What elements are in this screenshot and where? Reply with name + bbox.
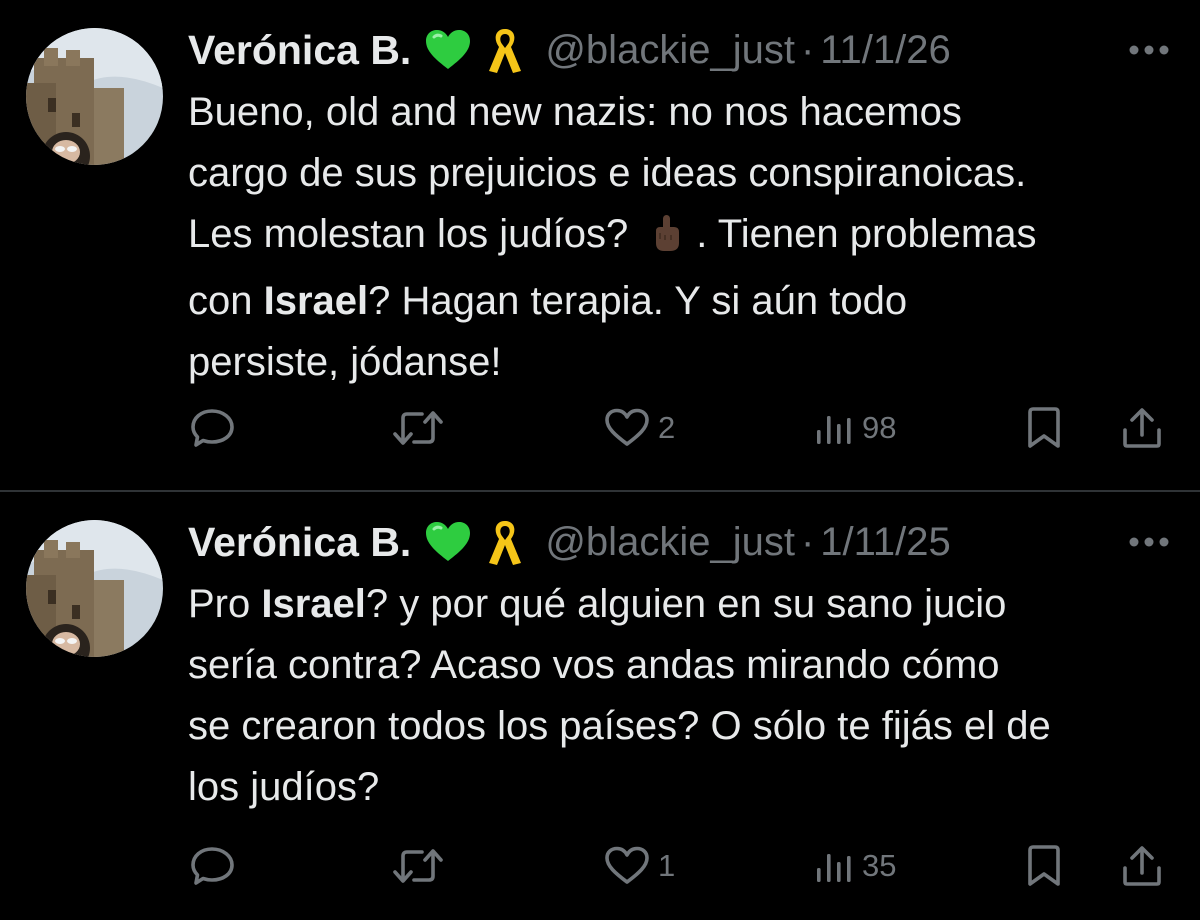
highlighted-keyword: Israel: [263, 279, 369, 323]
tweet-text-line: los judíos?: [188, 765, 380, 809]
avatar[interactable]: [26, 28, 163, 165]
handle[interactable]: @blackie_just: [545, 520, 795, 565]
tweet-text: Pro Israel? y por qué alguien en su sano…: [188, 574, 1188, 818]
middle-finger-icon: [652, 210, 682, 271]
yellow-ribbon-icon: [485, 517, 525, 567]
text-segment: Les molestan los judíos?: [188, 212, 629, 256]
yellow-ribbon-icon: [485, 25, 525, 75]
share-icon: [1120, 844, 1164, 888]
like-count: 2: [658, 410, 676, 445]
share-button[interactable]: [1120, 398, 1164, 458]
bookmark-button[interactable]: [1024, 398, 1064, 458]
like-count: 1: [658, 848, 676, 883]
more-options-icon[interactable]: [1128, 44, 1170, 56]
bookmark-icon: [1024, 844, 1064, 888]
view-count: 35: [862, 848, 897, 883]
display-name[interactable]: Verónica B.: [188, 519, 411, 566]
reply-button[interactable]: [190, 398, 244, 458]
reply-button[interactable]: [190, 836, 244, 896]
more-options-icon[interactable]: [1128, 536, 1170, 548]
reply-icon: [190, 407, 236, 449]
tweet-text-line: persiste, jódanse!: [188, 340, 502, 384]
tweet-text-line: Bueno, old and new nazis: no nos hacemos: [188, 90, 962, 134]
avatar[interactable]: [26, 520, 163, 657]
views-icon: [814, 408, 854, 448]
tweet-header: Verónica B. @blackie_just · 1/11/25: [188, 516, 951, 568]
heart-icon: [604, 846, 650, 886]
retweet-icon: [392, 846, 444, 886]
view-count: 98: [862, 410, 897, 445]
views-icon: [814, 846, 854, 886]
timestamp[interactable]: 1/11/25: [820, 520, 951, 565]
tweet-text-line: cargo de sus prejuicios e ideas conspira…: [188, 151, 1027, 195]
highlighted-keyword: Israel: [261, 582, 366, 626]
green-heart-icon: [425, 29, 471, 71]
display-name[interactable]: Verónica B.: [188, 27, 411, 74]
views-button[interactable]: 35: [814, 836, 896, 896]
retweet-icon: [392, 408, 444, 448]
tweet-header: Verónica B. @blackie_just · 11/1/26: [188, 24, 951, 76]
retweet-button[interactable]: [392, 398, 452, 458]
share-button[interactable]: [1120, 836, 1164, 896]
heart-icon: [604, 408, 650, 448]
retweet-button[interactable]: [392, 836, 452, 896]
like-button[interactable]: 1: [604, 836, 675, 896]
bookmark-icon: [1024, 406, 1064, 450]
text-segment: ? Hagan terapia. Y si aún todo: [368, 279, 908, 323]
tweet-text-line: se crearon todos los países? O sólo te f…: [188, 704, 1051, 748]
text-segment: . Tienen problemas: [696, 212, 1037, 256]
separator: ·: [800, 519, 815, 564]
tweet-actions: 2 98: [0, 398, 1200, 458]
tweet-text-line: Pro Israel? y por qué alguien en su sano…: [188, 574, 1188, 635]
text-segment: ? y por qué alguien en su sano jucio: [365, 582, 1007, 626]
bookmark-button[interactable]: [1024, 836, 1064, 896]
tweet-text-line: con Israel? Hagan terapia. Y si aún todo: [188, 271, 1188, 332]
tweet[interactable]: Verónica B. @blackie_just · 1/11/25 Pro …: [0, 492, 1200, 920]
views-button[interactable]: 98: [814, 398, 896, 458]
handle[interactable]: @blackie_just: [545, 28, 795, 73]
text-segment: con: [188, 279, 264, 323]
tweet-text-line: Les molestan los judíos? . Tienen proble…: [188, 204, 1188, 271]
share-icon: [1120, 406, 1164, 450]
text-segment: Pro: [188, 582, 262, 626]
green-heart-icon: [425, 521, 471, 563]
tweet-text-line: sería contra? Acaso vos andas mirando có…: [188, 643, 1000, 687]
tweet[interactable]: Verónica B. @blackie_just · 11/1/26 Buen…: [0, 0, 1200, 490]
timestamp[interactable]: 11/1/26: [820, 28, 951, 73]
separator: ·: [800, 27, 815, 72]
reply-icon: [190, 845, 236, 887]
tweet-text: Bueno, old and new nazis: no nos hacemos…: [188, 82, 1188, 393]
tweet-actions: 1 35: [0, 836, 1200, 896]
like-button[interactable]: 2: [604, 398, 675, 458]
